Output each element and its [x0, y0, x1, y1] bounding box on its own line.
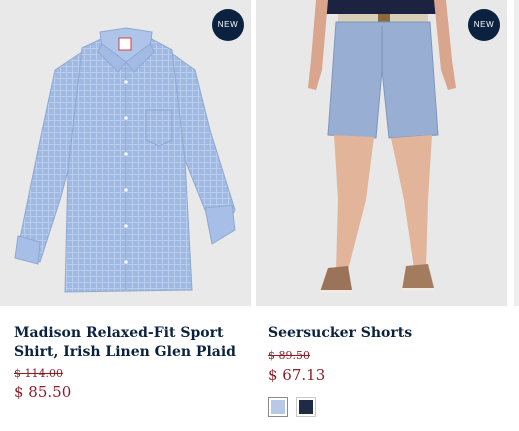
product-title[interactable]: Seersucker Shorts: [268, 324, 504, 343]
shirt-image: [14, 27, 236, 293]
swatch-color: [299, 400, 313, 414]
swatch-color: [271, 400, 285, 414]
color-swatches: [268, 397, 316, 417]
new-badge: NEW: [468, 9, 500, 41]
original-price: $ 114.00: [14, 367, 63, 380]
product-title[interactable]: Madison Relaxed-Fit Sport Shirt, Irish L…: [14, 324, 250, 362]
product-card[interactable]: NEW Madison Relaxed-Fit Sport Shirt, Iri…: [0, 0, 251, 401]
new-badge: NEW: [212, 9, 244, 41]
product-image[interactable]: NEW: [256, 0, 507, 306]
next-card-edge: [514, 0, 519, 306]
color-swatch-navy[interactable]: [296, 397, 316, 417]
shorts-image: [308, 0, 456, 293]
product-image[interactable]: NEW: [0, 0, 251, 306]
sale-price: $ 85.50: [14, 383, 72, 401]
sale-price: $ 67.13: [268, 366, 326, 384]
color-swatch-light-blue[interactable]: [268, 397, 288, 417]
original-price: $ 89.50: [268, 349, 310, 362]
product-card[interactable]: NEW Seersucker Shorts $ 89.50 $ 67.13: [256, 0, 507, 417]
